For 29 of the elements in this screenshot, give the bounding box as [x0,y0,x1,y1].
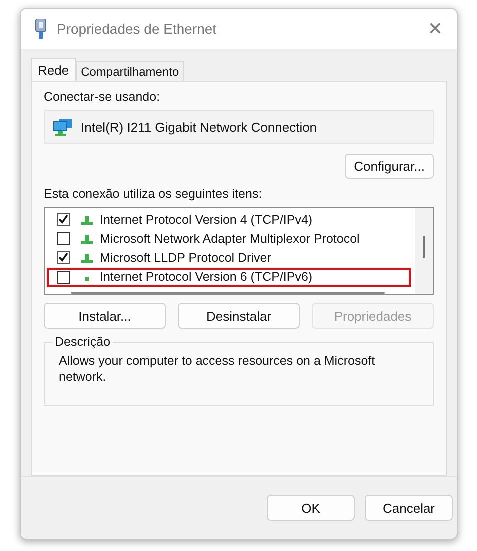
protocol-icon [80,214,94,226]
vertical-scrollbar[interactable] [423,236,425,258]
list-item[interactable]: Internet Protocol Version 4 (TCP/IPv4) [47,210,411,230]
list-item[interactable]: Internet Protocol Version 6 (TCP/IPv6) [47,268,411,287]
checkbox[interactable] [57,232,70,246]
protocol-icon [80,252,94,264]
cable-plug-icon [35,19,47,39]
description-title: Descrição [54,335,112,349]
tab[interactable]: Compartilhamento [76,61,184,81]
list-item[interactable]: Microsoft LLDP Protocol Driver [47,248,411,268]
adapter-name: Intel(R) I211 Gigabit Network Connection [81,120,318,134]
connect-label: Conectar-se usando: [44,90,162,104]
item-button[interactable]: Instalar... [44,303,166,329]
items-label: Esta conexão utiliza os seguintes itens: [44,187,264,201]
horizontal-scrollbar[interactable] [71,292,385,294]
list-item[interactable]: Microsoft Network Adapter Multiplexor Protocol [47,229,411,248]
close-button[interactable]: ✕ [424,18,447,40]
window-title: Propriedades de Ethernet [57,21,218,37]
checkbox[interactable] [57,270,70,284]
item-button[interactable]: Desinstalar [178,303,300,329]
dialog-button[interactable]: Cancelar [365,495,453,521]
protocol-icon [80,232,94,245]
configure-button[interactable]: Configurar... [345,154,434,179]
network-adapter-icon [53,118,73,136]
description-text: Allows your computer to access resources on a Microsoft network. [59,353,376,385]
checkbox[interactable] [57,213,70,226]
tab[interactable]: Rede [31,58,76,81]
checkbox[interactable] [57,251,70,264]
dialog-button[interactable]: OK [267,495,355,521]
